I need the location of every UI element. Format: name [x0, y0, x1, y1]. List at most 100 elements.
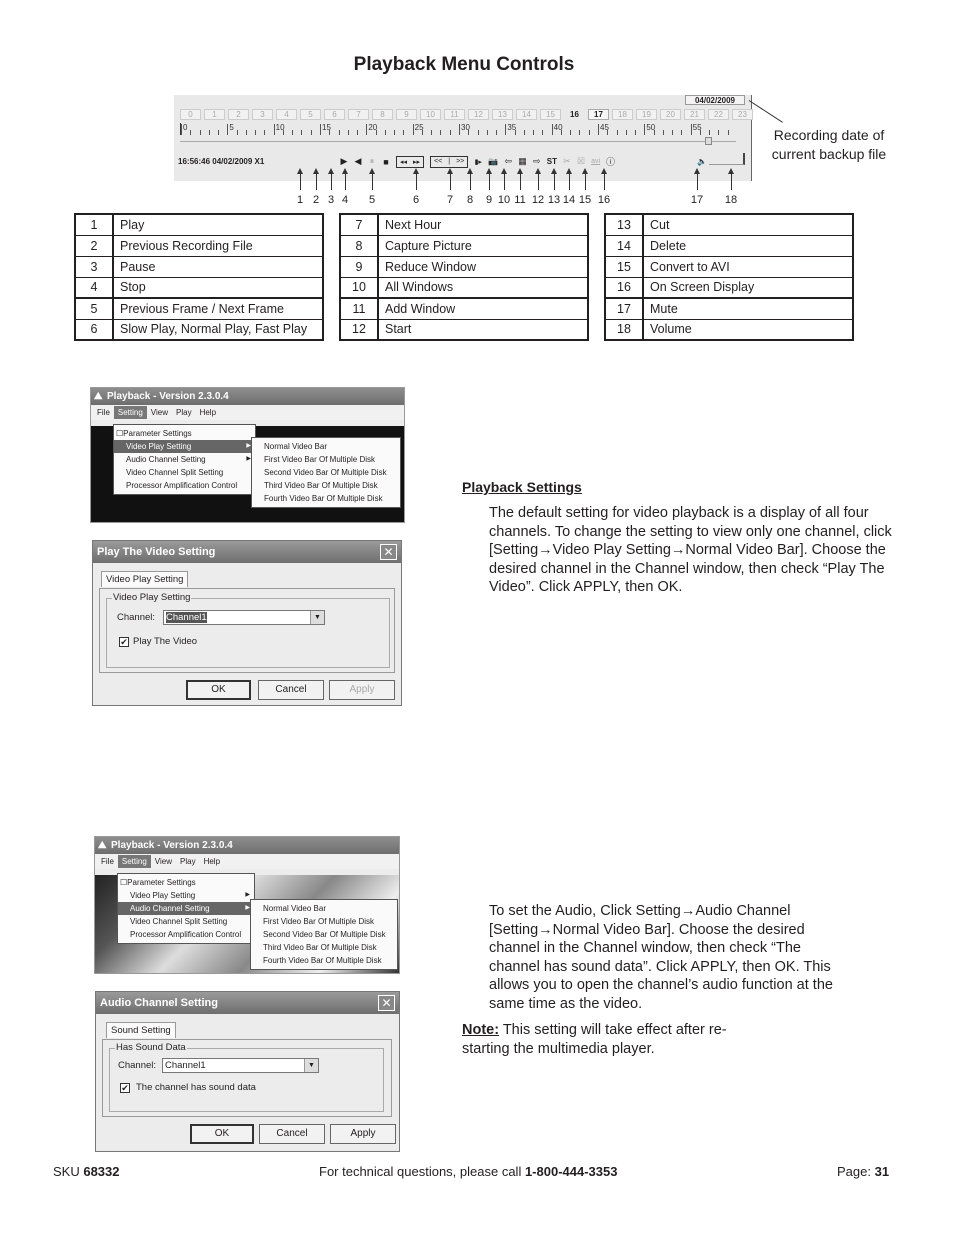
tab-video-play-setting[interactable]: Video Play Setting — [101, 571, 189, 587]
previous-frame-icon[interactable]: ◂◂ — [400, 158, 407, 166]
ok-button[interactable]: OK — [186, 680, 251, 700]
capture-picture-icon[interactable]: 📷 — [488, 157, 498, 166]
chevron-down-icon[interactable]: ▼ — [310, 611, 324, 624]
hour-button[interactable]: 2 — [228, 109, 249, 120]
hour-button[interactable]: 21 — [684, 109, 705, 120]
audio-channel-setting-dialog: Audio Channel Setting ✕ Sound Setting Ha… — [95, 991, 400, 1152]
timeline-slider-thumb[interactable] — [705, 137, 712, 145]
chevron-down-icon[interactable]: ▼ — [304, 1059, 318, 1072]
menu-setting[interactable]: Setting — [113, 406, 147, 419]
hour-button[interactable]: 19 — [636, 109, 657, 120]
sound-data-checkbox[interactable]: ✔ — [120, 1083, 130, 1093]
stop-icon[interactable]: ■ — [382, 157, 390, 167]
menu-item-video-play-setting[interactable]: Video Play Setting ▶ — [114, 440, 255, 453]
delete-icon[interactable]: ☒ — [577, 156, 585, 167]
menu-item-processor-amplification[interactable]: Processor Amplification Control — [118, 928, 254, 941]
hour-button[interactable]: 7 — [348, 109, 369, 120]
menu-view[interactable]: View — [147, 406, 172, 419]
menu-file[interactable]: File — [93, 406, 114, 419]
hour-button[interactable]: 4 — [276, 109, 297, 120]
close-icon[interactable]: ✕ — [378, 995, 395, 1011]
channel-select[interactable]: Channel1 ▼ — [162, 1058, 319, 1073]
hour-button[interactable]: 9 — [396, 109, 417, 120]
cut-icon[interactable]: ✂ — [563, 156, 571, 167]
hour-button[interactable]: 15 — [540, 109, 561, 120]
menu-item-parameter-settings[interactable]: ☐Parameter Settings — [114, 427, 255, 440]
apply-button[interactable]: Apply — [330, 1124, 396, 1144]
convert-avi-icon[interactable]: avi — [591, 158, 600, 165]
submenu-normal-video-bar[interactable]: Normal Video Bar — [252, 440, 400, 453]
legend-label: Convert to AVI — [642, 255, 854, 278]
slow-play-icon[interactable]: << — [434, 158, 442, 165]
pointer-arrow — [297, 168, 303, 190]
previous-file-icon[interactable]: ◀ — [354, 156, 362, 167]
normal-play-icon[interactable]: | — [448, 158, 450, 165]
volume-slider[interactable] — [709, 153, 745, 165]
reduce-window-icon[interactable]: ⇦ — [504, 156, 512, 167]
submenu-first-video-bar[interactable]: First Video Bar Of Multiple Disk — [252, 453, 400, 466]
hour-button[interactable]: 13 — [492, 109, 513, 120]
menu-play[interactable]: Play — [176, 855, 200, 868]
next-hour-icon[interactable]: ▮▸ — [474, 158, 482, 166]
start-icon[interactable]: ST — [547, 157, 557, 166]
submenu-third-video-bar[interactable]: Third Video Bar Of Multiple Disk — [252, 479, 400, 492]
add-window-icon[interactable]: ⇨ — [533, 156, 541, 167]
menu-item-video-play-setting[interactable]: Video Play Setting ▶ — [118, 889, 254, 902]
submenu-second-video-bar[interactable]: Second Video Bar Of Multiple Disk — [252, 466, 400, 479]
hour-button[interactable]: 5 — [300, 109, 321, 120]
menu-help[interactable]: Help — [196, 406, 220, 419]
cancel-button[interactable]: Cancel — [259, 1124, 325, 1144]
hour-button[interactable]: 6 — [324, 109, 345, 120]
submenu-fourth-video-bar[interactable]: Fourth Video Bar Of Multiple Disk — [251, 954, 397, 967]
menu-item-video-channel-split[interactable]: Video Channel Split Setting — [118, 915, 254, 928]
menu-view[interactable]: View — [151, 855, 176, 868]
hour-button[interactable]: 0 — [180, 109, 201, 120]
hour-button[interactable]: 18 — [612, 109, 633, 120]
play-icon[interactable]: ▶ — [340, 156, 348, 167]
hour-button[interactable]: 8 — [372, 109, 393, 120]
minute-ruler[interactable]: 0 5 10 15 20 25 30 35 40 45 50 55 — [180, 123, 736, 135]
menu-item-processor-amplification[interactable]: Processor Amplification Control — [114, 479, 255, 492]
menu-play[interactable]: Play — [172, 406, 196, 419]
fast-play-icon[interactable]: >> — [456, 158, 464, 165]
legend-number: 15 — [604, 255, 644, 278]
mute-icon[interactable]: 🔈 — [697, 157, 707, 166]
ok-button[interactable]: OK — [190, 1124, 254, 1144]
menu-item-audio-channel-setting[interactable]: Audio Channel Setting ▶ — [114, 453, 255, 466]
submenu-fourth-video-bar[interactable]: Fourth Video Bar Of Multiple Disk — [252, 492, 400, 505]
menu-setting[interactable]: Setting — [117, 855, 151, 868]
submenu-second-video-bar[interactable]: Second Video Bar Of Multiple Disk — [251, 928, 397, 941]
submenu-first-video-bar[interactable]: First Video Bar Of Multiple Disk — [251, 915, 397, 928]
legend-table-3: 13 Cut 14 Delete 15 Convert to AVI 16 On Screen… — [604, 213, 854, 341]
menu-file[interactable]: File — [97, 855, 118, 868]
close-icon[interactable]: ✕ — [380, 544, 397, 560]
channel-select[interactable]: Channel1 ▼ — [163, 610, 325, 625]
menu-item-parameter-settings[interactable]: ☐Parameter Settings — [118, 876, 254, 889]
submenu-third-video-bar[interactable]: Third Video Bar Of Multiple Disk — [251, 941, 397, 954]
hour-button[interactable]: 14 — [516, 109, 537, 120]
on-screen-display-icon[interactable]: ⓘ — [606, 155, 615, 168]
menu-help[interactable]: Help — [200, 855, 224, 868]
hour-button[interactable]: 3 — [252, 109, 273, 120]
menu-item-video-channel-split[interactable]: Video Channel Split Setting — [114, 466, 255, 479]
pause-icon[interactable]: ⏸ — [368, 156, 376, 167]
next-frame-icon[interactable]: ▸▸ — [413, 158, 420, 166]
hour-button[interactable]: 11 — [444, 109, 465, 120]
hour-button[interactable]: 22 — [708, 109, 729, 120]
hour-button[interactable]: 12 — [468, 109, 489, 120]
hour-button[interactable]: 1 — [204, 109, 225, 120]
all-windows-icon[interactable]: ▦ — [518, 156, 527, 167]
apply-button[interactable]: Apply — [329, 680, 395, 700]
hour-button[interactable]: 17 — [588, 109, 609, 120]
hour-button[interactable]: 16 — [564, 109, 585, 120]
cancel-button[interactable]: Cancel — [258, 680, 324, 700]
hour-button[interactable]: 23 — [732, 109, 753, 120]
submenu-normal-video-bar[interactable]: Normal Video Bar — [251, 902, 397, 915]
play-video-checkbox[interactable]: ✔ — [119, 637, 129, 647]
recording-date-button[interactable]: 04/02/2009 — [685, 95, 745, 105]
timeline-slider-track[interactable] — [180, 141, 736, 142]
hour-button[interactable]: 10 — [420, 109, 441, 120]
tab-sound-setting[interactable]: Sound Setting — [106, 1022, 176, 1038]
hour-button[interactable]: 20 — [660, 109, 681, 120]
menu-item-audio-channel-setting[interactable]: Audio Channel Setting ▶ — [118, 902, 254, 915]
